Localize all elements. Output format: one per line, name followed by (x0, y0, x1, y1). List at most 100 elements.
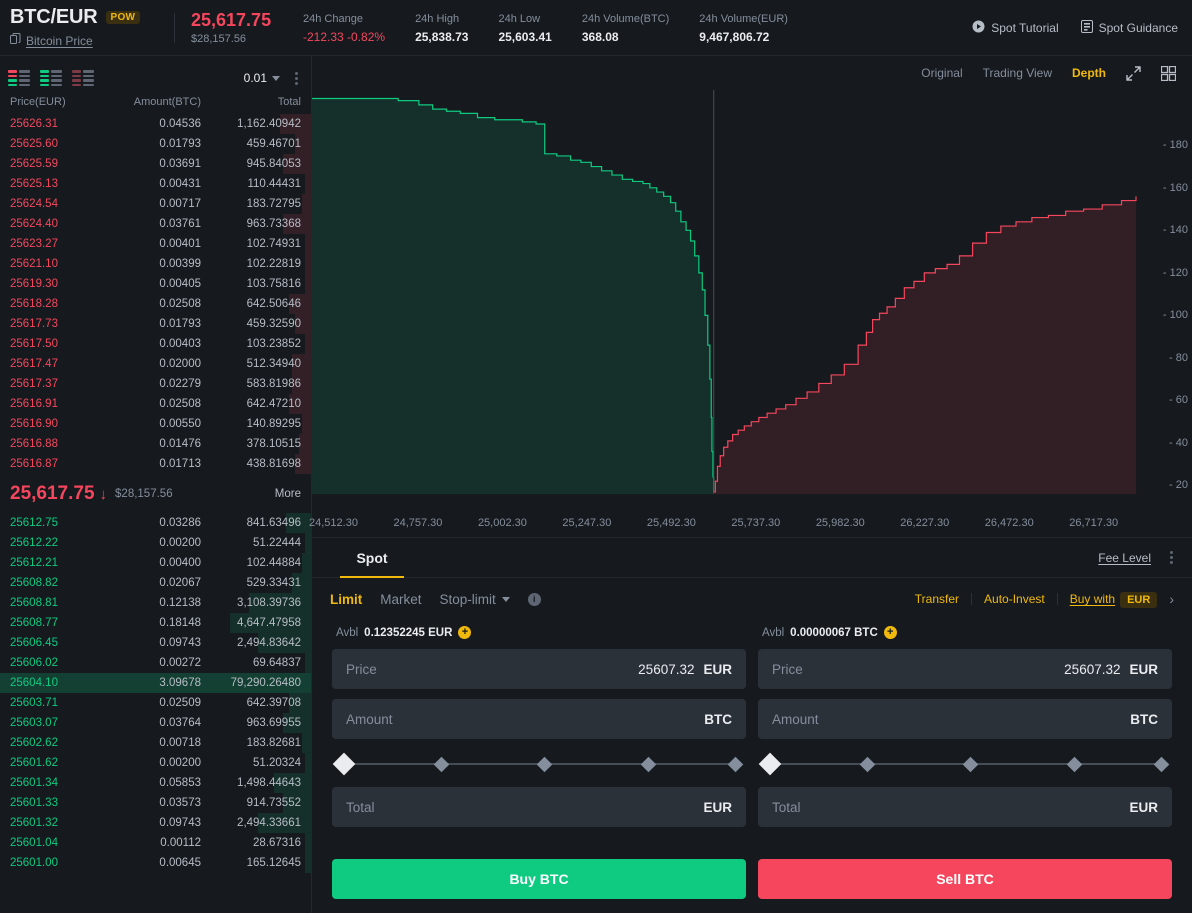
table-row[interactable]: 25616.91 0.02508 642.47210 (0, 394, 311, 414)
table-row[interactable]: 25625.13 0.00431 110.44431 (0, 174, 311, 194)
table-row[interactable]: 25603.07 0.03764 963.69955 (0, 713, 311, 733)
row-amount: 0.00272 (159, 657, 201, 669)
buy-amount-slider[interactable] (332, 749, 746, 779)
add-funds-icon[interactable]: + (458, 626, 472, 639)
info-icon[interactable]: i (527, 592, 541, 606)
depth-area-asks (714, 196, 1136, 494)
table-row[interactable]: 25624.40 0.03761 963.73368 (0, 214, 311, 234)
pair-name[interactable]: BTC/EUR (10, 6, 98, 29)
slider-knob-75[interactable] (1066, 756, 1082, 772)
table-row[interactable]: 25601.33 0.03573 914.73552 (0, 793, 311, 813)
sell-amount-slider[interactable] (758, 749, 1172, 779)
table-row[interactable]: 25617.50 0.00403 103.23852 (0, 334, 311, 354)
table-row[interactable]: 25624.54 0.00717 183.72795 (0, 194, 311, 214)
row-price: 25617.47 (10, 358, 58, 370)
table-row[interactable]: 25608.77 0.18148 4,647.47958 (0, 613, 311, 633)
slider-knob-50[interactable] (536, 756, 553, 772)
expand-icon[interactable] (1126, 65, 1141, 81)
trade-options-icon[interactable] (1165, 548, 1178, 567)
slider-knob-50[interactable] (962, 756, 979, 772)
sell-total-field[interactable]: Total EUR (758, 787, 1172, 827)
spot-tutorial-link[interactable]: Spot Tutorial (972, 20, 1059, 36)
slider-knob-25[interactable] (859, 756, 875, 772)
buy-with-currency: EUR (1120, 592, 1158, 608)
buy-with-group[interactable]: Buy with EUR (1070, 592, 1158, 608)
more-link[interactable]: More (275, 488, 301, 500)
sell-amount-field[interactable]: Amount BTC (758, 699, 1172, 739)
row-amount: 0.00431 (159, 178, 201, 190)
bitcoin-price-link[interactable]: Bitcoin Price (26, 34, 93, 48)
spot-guidance-link[interactable]: Spot Guidance (1080, 19, 1178, 36)
x-axis-tick: 26,717.30 (1069, 517, 1119, 529)
table-row[interactable]: 25612.22 0.00200 51.22444 (0, 533, 311, 553)
row-total: 2,494.83642 (237, 637, 301, 649)
table-row[interactable]: 25602.62 0.00718 183.82681 (0, 733, 311, 753)
order-forms: Avbl 0.12352245 EUR + Price 25607.32 EUR (312, 620, 1192, 913)
table-row[interactable]: 25617.47 0.02000 512.34940 (0, 354, 311, 374)
copy-icon[interactable] (10, 32, 21, 50)
auto-invest-link[interactable]: Auto-Invest (984, 592, 1045, 606)
table-row[interactable]: 25625.59 0.03691 945.84053 (0, 154, 311, 174)
table-row[interactable]: 25606.02 0.00272 69.64837 (0, 653, 311, 673)
asks-view-icon[interactable] (72, 70, 94, 86)
table-row[interactable]: 25617.37 0.02279 583.81986 (0, 374, 311, 394)
row-total: 103.75816 (246, 278, 301, 290)
table-row[interactable]: 25618.28 0.02508 642.50646 (0, 294, 311, 314)
table-row[interactable]: 25601.32 0.09743 2,494.33661 (0, 813, 311, 833)
tab-spot[interactable]: Spot (312, 538, 432, 578)
row-amount: 0.03573 (159, 797, 201, 809)
both-view-icon[interactable] (8, 70, 30, 86)
slider-knob-25[interactable] (433, 756, 449, 772)
sell-button[interactable]: Sell BTC (758, 859, 1172, 899)
table-row[interactable]: 25612.75 0.03286 841.63496 (0, 513, 311, 533)
table-row[interactable]: 25606.45 0.09743 2,494.83642 (0, 633, 311, 653)
slider-knob-0[interactable] (758, 752, 782, 776)
table-row[interactable]: 25616.87 0.01713 438.81698 (0, 454, 311, 474)
order-type-stop-limit[interactable]: Stop-limit (440, 592, 510, 607)
tick-size-select[interactable]: 0.01 (244, 71, 280, 85)
x-axis-tick: 24,757.30 (393, 517, 443, 529)
order-type-market[interactable]: Market (380, 592, 421, 607)
buy-price-field[interactable]: Price 25607.32 EUR (332, 649, 746, 689)
bids-view-icon[interactable] (40, 70, 62, 86)
slider-knob-75[interactable] (640, 756, 656, 772)
table-row[interactable]: 25617.73 0.01793 459.32590 (0, 314, 311, 334)
chart-tab-original[interactable]: Original (921, 66, 962, 80)
table-row[interactable]: 25603.71 0.02509 642.39708 (0, 693, 311, 713)
table-row[interactable]: 25616.90 0.00550 140.89295 (0, 414, 311, 434)
order-book-options-icon[interactable] (290, 69, 303, 88)
table-row[interactable]: 25623.27 0.00401 102.74931 (0, 234, 311, 254)
chart-tab-depth[interactable]: Depth (1072, 66, 1106, 80)
buy-button[interactable]: Buy BTC (332, 859, 746, 899)
table-row[interactable]: 25621.10 0.00399 102.22819 (0, 254, 311, 274)
chart-tab-trading-view[interactable]: Trading View (983, 66, 1052, 80)
order-type-limit[interactable]: Limit (330, 592, 362, 607)
add-funds-icon[interactable]: + (883, 626, 897, 639)
slider-knob-100[interactable] (727, 756, 744, 772)
document-icon (1080, 19, 1093, 36)
buy-total-field[interactable]: Total EUR (332, 787, 746, 827)
grid-icon[interactable] (1161, 65, 1176, 81)
table-row[interactable]: 25604.10 3.09678 79,290.26480 (0, 673, 311, 693)
table-row[interactable]: 25608.82 0.02067 529.33431 (0, 573, 311, 593)
table-row[interactable]: 25616.88 0.01476 378.10515 (0, 434, 311, 454)
table-row[interactable]: 25619.30 0.00405 103.75816 (0, 274, 311, 294)
slider-knob-0[interactable] (332, 752, 356, 776)
table-row[interactable]: 25601.04 0.00112 28.67316 (0, 833, 311, 853)
table-row[interactable]: 25625.60 0.01793 459.46701 (0, 134, 311, 154)
table-row[interactable]: 25601.62 0.00200 51.20324 (0, 753, 311, 773)
table-row[interactable]: 25601.00 0.00645 165.12645 (0, 853, 311, 873)
fee-level-link[interactable]: Fee Level (1098, 551, 1151, 565)
slider-knob-100[interactable] (1153, 756, 1170, 772)
depth-chart[interactable]: - 20- 40- 60- 80- 100- 120- 140- 160- 18… (309, 90, 1192, 537)
table-row[interactable]: 25601.34 0.05853 1,498.44643 (0, 773, 311, 793)
buy-price-value: 25607.32 (638, 661, 695, 677)
transfer-link[interactable]: Transfer (915, 592, 959, 606)
chevron-right-icon[interactable]: › (1169, 591, 1174, 607)
table-row[interactable]: 25612.21 0.00400 102.44884 (0, 553, 311, 573)
sell-price-field[interactable]: Price 25607.32 EUR (758, 649, 1172, 689)
row-amount: 0.01476 (159, 438, 201, 450)
buy-amount-field[interactable]: Amount BTC (332, 699, 746, 739)
table-row[interactable]: 25626.31 0.04536 1,162.40942 (0, 114, 311, 134)
table-row[interactable]: 25608.81 0.12138 3,108.39736 (0, 593, 311, 613)
